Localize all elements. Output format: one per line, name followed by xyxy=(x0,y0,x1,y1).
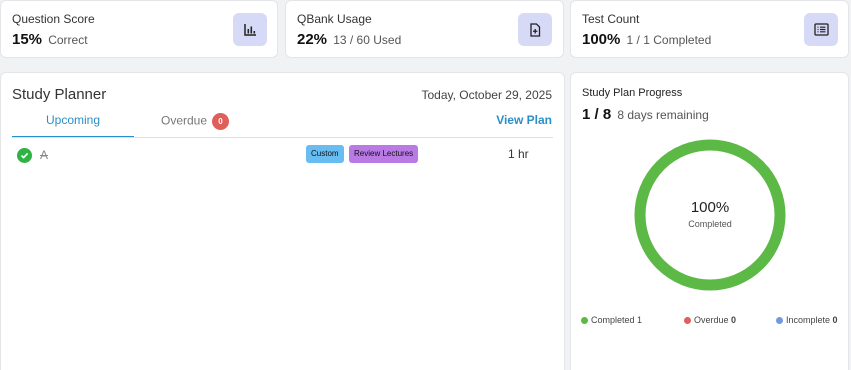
test-count-value: 100% 1 / 1 Completed xyxy=(582,31,711,48)
qbank-usage-sub: 13 / 60 Used xyxy=(333,33,402,47)
bar-chart-icon xyxy=(244,23,256,36)
test-count-percent: 100% xyxy=(582,31,621,48)
question-score-sub: Correct xyxy=(48,33,88,47)
tab-overdue-label: Overdue xyxy=(161,113,208,128)
task-tag-custom: Custom xyxy=(306,145,344,163)
qbank-usage-button[interactable] xyxy=(518,13,552,46)
legend-overdue-value: 0 xyxy=(731,315,737,325)
legend-overdue-label: Overdue xyxy=(694,315,729,325)
tab-upcoming-label: Upcoming xyxy=(45,113,101,127)
view-plan-link[interactable]: View Plan xyxy=(496,113,552,127)
progress-count: 1 / 8 8 days remaining xyxy=(582,106,709,123)
study-planner-title: Study Planner xyxy=(12,86,107,103)
question-score-percent: 15% xyxy=(12,31,43,48)
study-plan-progress-panel: Study Plan Progress 1 / 8 8 days remaini… xyxy=(570,72,849,370)
legend-incomplete-label: Incomplete xyxy=(786,315,831,325)
tab-overdue[interactable]: Overdue 0 xyxy=(161,113,230,130)
legend-incomplete: Incomplete 0 xyxy=(776,315,838,325)
task-name: A xyxy=(40,148,49,162)
completed-check-icon[interactable] xyxy=(17,148,32,163)
question-score-label: Question Score xyxy=(12,12,95,26)
qbank-usage-card: QBank Usage 22% 13 / 60 Used xyxy=(285,0,564,58)
legend-incomplete-value: 0 xyxy=(832,315,838,325)
tabs-divider xyxy=(12,137,553,138)
planner-date: Today, October 29, 2025 xyxy=(421,88,552,102)
legend-completed-label: Completed xyxy=(591,315,635,325)
qbank-usage-value: 22% 13 / 60 Used xyxy=(297,31,401,48)
qbank-usage-label: QBank Usage xyxy=(297,12,372,26)
progress-title: Study Plan Progress xyxy=(582,87,683,99)
overdue-dot xyxy=(684,317,691,324)
test-count-button[interactable] xyxy=(804,13,838,46)
question-score-value: 15% Correct xyxy=(12,31,88,48)
study-planner-panel: Study Planner Today, October 29, 2025 Up… xyxy=(0,72,565,370)
question-score-button[interactable] xyxy=(233,13,267,46)
donut-percent: 100% xyxy=(690,199,730,216)
donut-sub-label: Completed xyxy=(688,219,732,229)
question-score-card: Question Score 15% Correct xyxy=(0,0,278,58)
qbank-usage-percent: 22% xyxy=(297,31,328,48)
legend-completed: Completed 1 xyxy=(581,315,642,325)
test-count-label: Test Count xyxy=(582,12,640,26)
list-icon xyxy=(813,23,829,36)
task-tag-review-lectures: Review Lectures xyxy=(349,145,419,163)
progress-remaining: 8 days remaining xyxy=(617,108,709,122)
task-row[interactable]: A Custom Review Lectures 1 hr xyxy=(12,145,553,167)
incomplete-dot xyxy=(776,317,783,324)
file-plus-icon xyxy=(530,22,541,37)
completed-dot xyxy=(581,317,588,324)
overdue-count-badge: 0 xyxy=(212,113,230,130)
test-count-sub: 1 / 1 Completed xyxy=(626,33,712,47)
legend-overdue: Overdue 0 xyxy=(684,315,736,325)
test-count-card: Test Count 100% 1 / 1 Completed xyxy=(570,0,849,58)
tab-upcoming[interactable]: Upcoming xyxy=(12,113,134,138)
task-duration: 1 hr xyxy=(508,147,529,161)
progress-count-value: 1 / 8 xyxy=(582,106,612,123)
legend-completed-value: 1 xyxy=(637,315,643,325)
